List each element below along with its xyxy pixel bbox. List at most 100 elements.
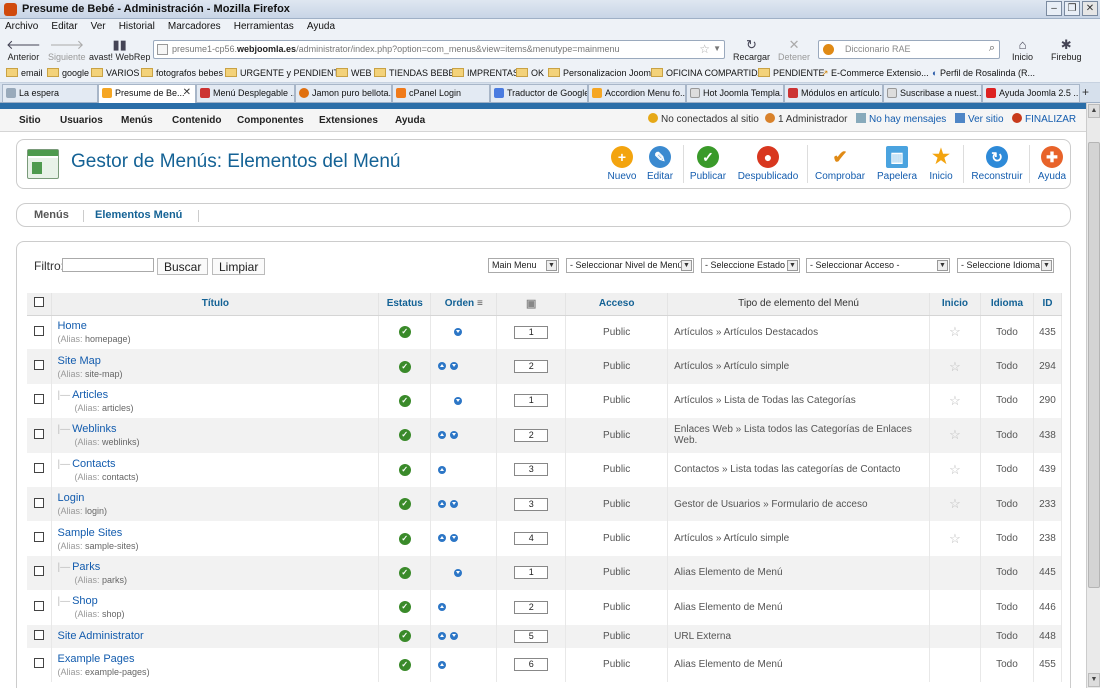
scrollbar-thumb[interactable] bbox=[1088, 142, 1100, 588]
move-down-icon[interactable] bbox=[450, 534, 459, 543]
item-title-link[interactable]: Contacts bbox=[72, 458, 115, 470]
bookmark-link[interactable]: ◐ Perfil de Rosalinda (R... bbox=[932, 68, 1035, 78]
order-input[interactable]: 1 bbox=[514, 566, 549, 580]
column-status[interactable]: Estatus bbox=[378, 293, 432, 316]
tab-menu-items[interactable]: Elementos Menú bbox=[95, 209, 182, 221]
home-star-icon[interactable]: ☆ bbox=[949, 531, 961, 546]
item-title-link[interactable]: Example Pages bbox=[57, 653, 134, 665]
move-down-icon[interactable] bbox=[454, 568, 463, 577]
row-checkbox[interactable] bbox=[34, 658, 45, 669]
row-checkbox[interactable] bbox=[34, 600, 45, 611]
admin-menu-extensiones[interactable]: Extensiones bbox=[319, 115, 378, 126]
item-title-link[interactable]: Site Map bbox=[57, 355, 100, 367]
scroll-down-icon[interactable]: ▼ bbox=[1088, 673, 1100, 687]
order-input[interactable]: 1 bbox=[514, 325, 549, 339]
browser-tab[interactable]: Suscribase a nuest... bbox=[883, 84, 982, 102]
published-icon[interactable]: ✓ bbox=[398, 326, 411, 339]
bookmark-star-icon[interactable]: ☆ bbox=[699, 42, 710, 56]
minimize-button[interactable]: – bbox=[1046, 1, 1062, 16]
clear-button[interactable]: Limpiar bbox=[212, 258, 266, 275]
browser-tab[interactable]: Traductor de Google bbox=[490, 84, 588, 102]
home-star-icon[interactable]: ☆ bbox=[949, 427, 961, 442]
home-star-icon[interactable]: ☆ bbox=[949, 393, 961, 408]
forward-button[interactable]: 🡒 Siguiente bbox=[48, 38, 86, 63]
bookmark-folder[interactable]: TIENDAS BEBES bbox=[374, 68, 461, 78]
published-icon[interactable]: ✓ bbox=[398, 630, 411, 643]
move-up-icon[interactable] bbox=[438, 465, 447, 474]
column-access[interactable]: Acceso bbox=[565, 293, 669, 316]
browser-tab[interactable]: cPanel Login bbox=[392, 84, 490, 102]
reload-button[interactable]: ↻ Recargar bbox=[733, 38, 770, 63]
published-icon[interactable]: ✓ bbox=[398, 601, 411, 614]
row-checkbox[interactable] bbox=[34, 428, 45, 439]
item-title-link[interactable]: Parks bbox=[72, 561, 100, 573]
browser-tab[interactable]: Accordion Menu fo... bbox=[588, 84, 686, 102]
home-default-button[interactable]: ★ Inicio bbox=[925, 146, 957, 182]
move-up-icon[interactable] bbox=[438, 660, 447, 669]
page-scrollbar[interactable]: ▲ ▼ bbox=[1086, 103, 1100, 688]
url-dropdown-icon[interactable]: ▼ bbox=[713, 44, 721, 53]
order-input[interactable]: 4 bbox=[514, 532, 549, 546]
search-button[interactable]: Buscar bbox=[157, 258, 209, 275]
published-icon[interactable]: ✓ bbox=[398, 463, 411, 476]
filter-search-input[interactable] bbox=[62, 258, 154, 272]
browser-tab[interactable]: Módulos en artículo... bbox=[784, 84, 883, 102]
order-input[interactable]: 3 bbox=[514, 497, 549, 511]
tab-menus[interactable]: Menús bbox=[34, 209, 69, 221]
order-input[interactable]: 2 bbox=[514, 360, 549, 374]
move-up-icon[interactable] bbox=[438, 603, 447, 612]
edit-button[interactable]: ✎ Editar bbox=[643, 146, 677, 182]
published-icon[interactable]: ✓ bbox=[398, 394, 411, 407]
level-select[interactable]: - Seleccionar Nivel de Menú - ▼ bbox=[566, 258, 694, 273]
bookmark-link[interactable]: ↗ E-Commerce Extensio... bbox=[821, 68, 929, 79]
menu-editar[interactable]: Editar bbox=[46, 19, 82, 32]
browser-tab[interactable]: Menú Desplegable ... bbox=[196, 84, 295, 102]
item-title-link[interactable]: Sample Sites bbox=[57, 527, 122, 539]
move-down-icon[interactable] bbox=[454, 396, 463, 405]
help-button[interactable]: ✚ Ayuda bbox=[1035, 146, 1069, 182]
published-icon[interactable]: ✓ bbox=[398, 429, 411, 442]
new-tab-icon[interactable]: + bbox=[1082, 85, 1089, 99]
menu-historial[interactable]: Historial bbox=[114, 19, 160, 32]
select-all-checkbox[interactable] bbox=[34, 297, 45, 308]
browser-tab[interactable]: La espera bbox=[2, 84, 98, 102]
admin-menu-usuarios[interactable]: Usuarios bbox=[60, 115, 103, 126]
bookmark-folder[interactable]: URGENTE y PENDIENTE bbox=[225, 68, 345, 78]
menu-ayuda[interactable]: Ayuda bbox=[302, 19, 340, 32]
maximize-button[interactable]: ❐ bbox=[1064, 1, 1080, 16]
item-title-link[interactable]: Home bbox=[57, 320, 86, 332]
row-checkbox[interactable] bbox=[34, 497, 45, 508]
search-icon[interactable]: ⌕ bbox=[989, 42, 995, 55]
home-star-icon[interactable]: ☆ bbox=[949, 359, 961, 374]
admin-menu-ayuda[interactable]: Ayuda bbox=[395, 115, 425, 126]
move-up-icon[interactable] bbox=[438, 631, 447, 640]
column-id[interactable]: ID bbox=[1033, 293, 1063, 316]
check-in-button[interactable]: ✔ Comprobar bbox=[815, 146, 865, 182]
back-button[interactable]: 🡐 Anterior bbox=[6, 38, 41, 63]
published-icon[interactable]: ✓ bbox=[398, 658, 411, 671]
row-checkbox[interactable] bbox=[34, 629, 45, 640]
search-box[interactable]: Diccionario RAE ⌕ bbox=[818, 40, 1000, 59]
move-up-icon[interactable] bbox=[438, 362, 447, 371]
bookmark-folder[interactable]: IMPRENTAS bbox=[452, 68, 519, 78]
published-icon[interactable]: ✓ bbox=[398, 360, 411, 373]
scroll-up-icon[interactable]: ▲ bbox=[1088, 104, 1100, 118]
published-icon[interactable]: ✓ bbox=[398, 498, 411, 511]
move-up-icon[interactable] bbox=[438, 534, 447, 543]
move-down-icon[interactable] bbox=[450, 362, 459, 371]
column-home[interactable]: Inicio bbox=[929, 293, 981, 316]
published-icon[interactable]: ✓ bbox=[398, 532, 411, 545]
order-input[interactable]: 6 bbox=[514, 658, 549, 672]
column-title[interactable]: Título bbox=[51, 293, 380, 316]
home-button[interactable]: ⌂ Inicio bbox=[1012, 38, 1033, 63]
browser-tab-active[interactable]: Presume de Be... ✕ bbox=[98, 84, 196, 103]
bookmark-folder[interactable]: Personalizacion Joomla bbox=[548, 68, 658, 78]
move-down-icon[interactable] bbox=[450, 631, 459, 640]
order-input[interactable]: 3 bbox=[514, 463, 549, 477]
unpublish-button[interactable]: ● Despublicado bbox=[735, 146, 801, 182]
access-select[interactable]: - Seleccionar Acceso - ▼ bbox=[806, 258, 950, 273]
admin-menu-componentes[interactable]: Componentes bbox=[237, 115, 304, 126]
item-title-link[interactable]: Articles bbox=[72, 389, 108, 401]
save-order-icon[interactable]: ▣ bbox=[526, 298, 536, 310]
row-checkbox[interactable] bbox=[34, 394, 45, 405]
